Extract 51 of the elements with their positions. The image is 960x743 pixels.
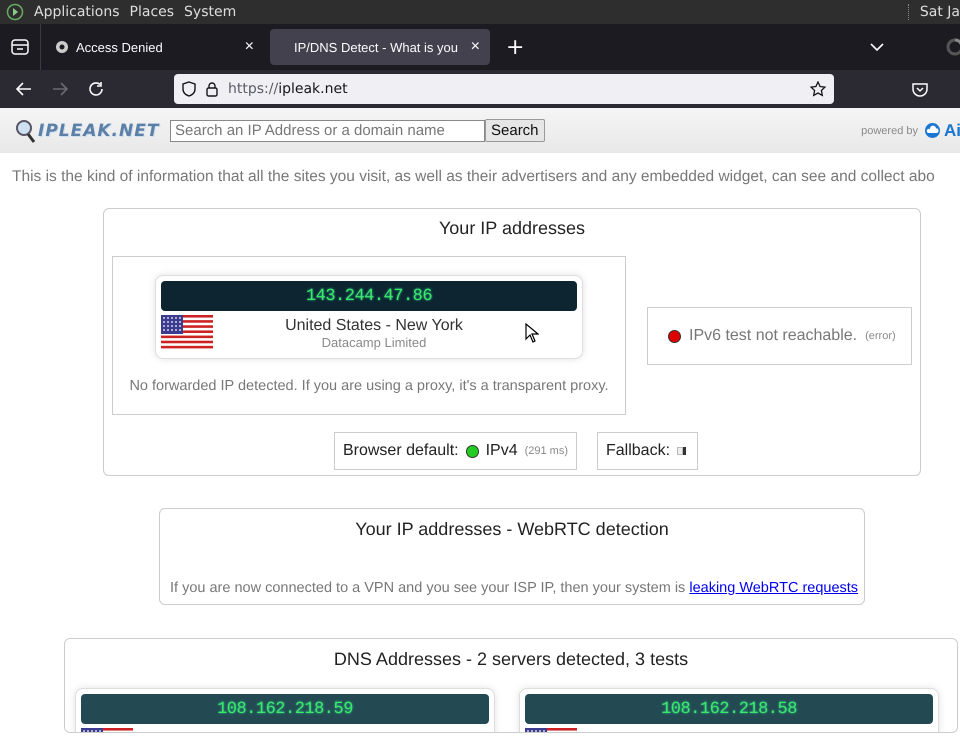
- protocol-text: IPv4: [486, 442, 518, 460]
- latency-text: (291 ms): [524, 445, 568, 457]
- lock-icon: [206, 82, 218, 96]
- flag-icon: [161, 315, 213, 351]
- search-field[interactable]: Search an IP Address or a domain name: [170, 120, 485, 142]
- panel-menu[interactable]: System: [184, 4, 236, 20]
- tab-title: Access Denied: [76, 40, 164, 54]
- search-button[interactable]: Search: [485, 119, 545, 142]
- browser-tab[interactable]: IP/DNS Detect - What is you ×: [270, 29, 490, 65]
- error-note: (error): [865, 330, 896, 342]
- fallback-label: Fallback:: [606, 442, 670, 460]
- webrtc-note: If you are now connected to a VPN and you see your ISP IP, then your system is leaking WebRTC requests: [170, 580, 860, 596]
- browser-default-label: Browser default:: [342, 442, 459, 460]
- location-text: United States - New York: [284, 316, 464, 334]
- powered-by-label: powered by: [861, 124, 918, 136]
- ip-address: 143.244.47.86: [161, 281, 577, 311]
- tab-title: IP/DNS Detect - What is you: [294, 40, 459, 54]
- sponsor-logo[interactable]: Ai: [944, 120, 960, 140]
- tab-list-icon[interactable]: [11, 39, 29, 55]
- close-icon[interactable]: ×: [240, 38, 258, 56]
- cursor-icon: [525, 323, 539, 343]
- pocket-icon[interactable]: [912, 82, 928, 96]
- isp-text: Datacamp Limited: [320, 334, 428, 350]
- back-arrow-icon[interactable]: [16, 82, 32, 96]
- webrtc-link[interactable]: leaking WebRTC requests: [689, 580, 858, 596]
- forwarded-ip-note: No forwarded IP detected. If you are using a proxy, it's a transparent proxy.: [129, 378, 609, 394]
- panel-menu[interactable]: Applications: [34, 4, 120, 20]
- address-bar[interactable]: https://ipleak.net: [174, 74, 834, 104]
- ipv6-status-text: IPv6 test not reachable.: [689, 327, 858, 345]
- magnifier-icon: [14, 118, 36, 144]
- section-title: DNS Addresses - 2 servers detected, 3 tests: [332, 649, 690, 670]
- reload-icon[interactable]: [88, 81, 104, 97]
- section-title: Your IP addresses: [438, 218, 586, 239]
- shield-icon: [182, 81, 196, 97]
- new-tab-button[interactable]: +: [496, 34, 534, 60]
- star-icon[interactable]: [810, 81, 826, 97]
- close-icon[interactable]: ×: [466, 38, 484, 56]
- loading-bar-icon: [677, 446, 688, 456]
- intro-text: This is the kind of information that all the sites you visit, as well as their advertisers and any embedded widget, can see and collect abo: [12, 168, 936, 186]
- spinner-icon: [946, 38, 960, 56]
- ip-address: 108.162.218.58: [525, 694, 933, 724]
- site-logo[interactable]: IPLEAK.NET: [38, 120, 160, 140]
- url-text: https://ipleak.net: [228, 81, 349, 97]
- clock: Sat Ja: [920, 4, 960, 20]
- section-title: Your IP addresses - WebRTC detection: [354, 519, 670, 540]
- app-logo-icon[interactable]: [6, 3, 24, 21]
- chevron-down-icon[interactable]: [870, 43, 884, 51]
- browser-tab[interactable]: Access Denied ×: [48, 29, 264, 65]
- cloud-icon: [924, 123, 941, 138]
- panel-menu[interactable]: Places: [130, 4, 174, 20]
- ip-address: 108.162.218.59: [81, 694, 489, 724]
